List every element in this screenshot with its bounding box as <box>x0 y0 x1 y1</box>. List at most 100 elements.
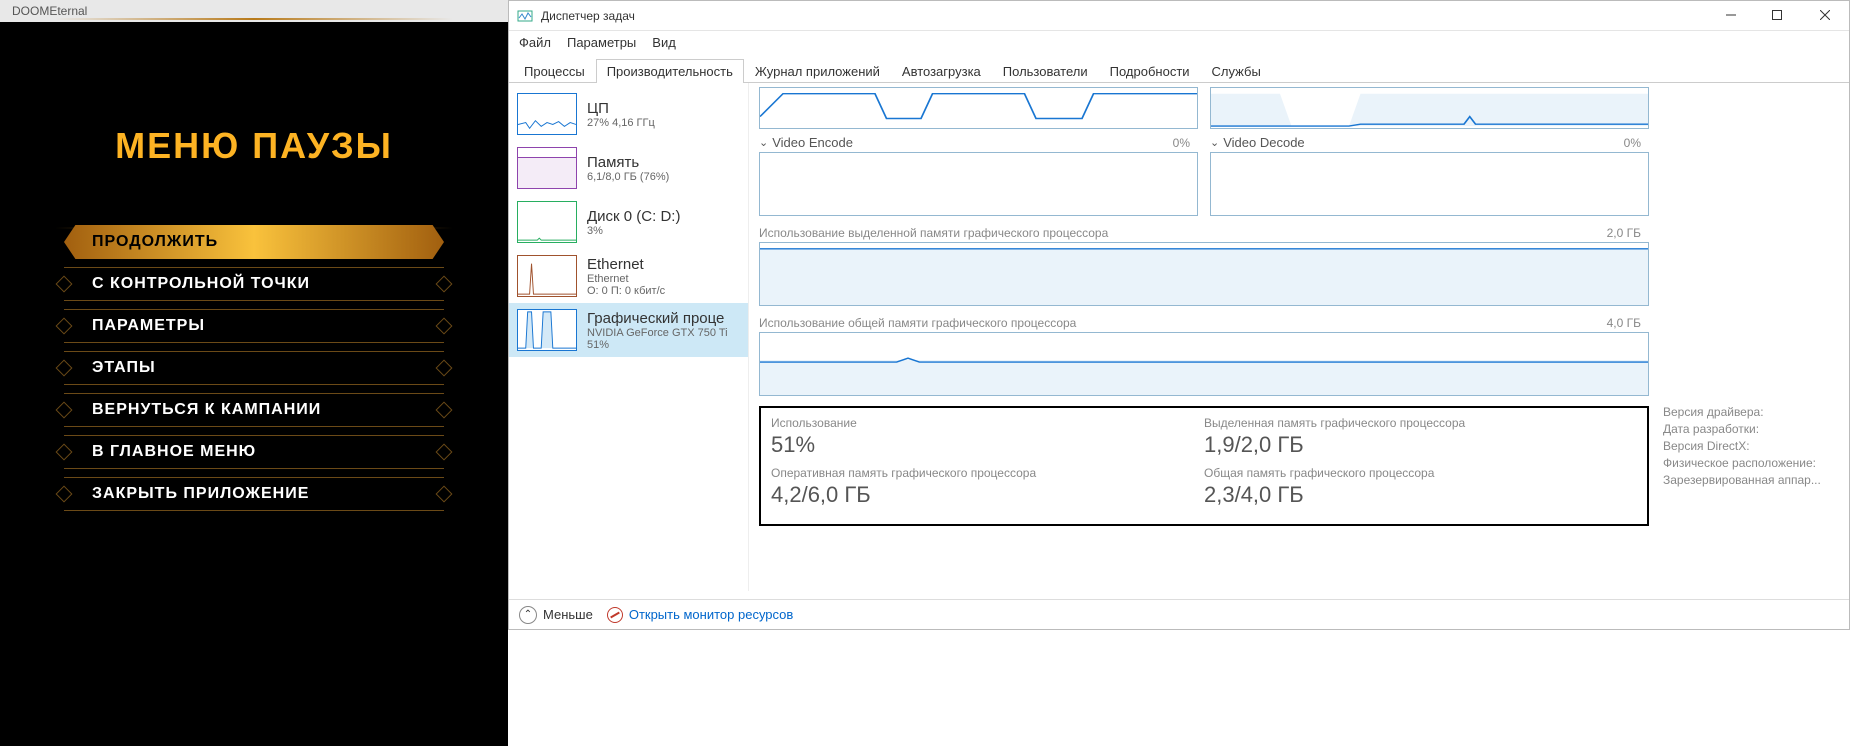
tab-app-history[interactable]: Журнал приложений <box>744 59 891 83</box>
video-headers-row: ⌄ Video Encode 0% ⌄ Video Decode 0% <box>759 129 1649 216</box>
menu-options[interactable]: Параметры <box>567 35 636 50</box>
taskmgr-body: ЦП 27% 4,16 ГГц Память 6,1/8,0 ГБ (76%) <box>509 83 1849 591</box>
task-manager-window: Диспетчер задач Файл Параметры Вид Проце… <box>508 0 1850 630</box>
game-window: DOOMEternal МЕНЮ ПАУЗЫ ПРОДОЛЖИТЬ С КОНТ… <box>0 0 508 746</box>
graph-copy[interactable] <box>1210 87 1649 129</box>
sidebar-ethernet-sub1: Ethernet <box>587 273 665 285</box>
maximize-button[interactable] <box>1754 0 1800 30</box>
sidebar-cpu-sub: 27% 4,16 ГГц <box>587 117 655 129</box>
sidebar-disk[interactable]: Диск 0 (C: D:) 3% <box>509 195 748 249</box>
sidebar-memory[interactable]: Память 6,1/8,0 ГБ (76%) <box>509 141 748 195</box>
graph-3d[interactable] <box>759 87 1198 129</box>
chevron-down-icon: ⌄ <box>1210 136 1219 149</box>
taskmgr-menubar: Файл Параметры Вид <box>509 31 1849 54</box>
perf-main: ⌄ Video Encode 0% ⌄ Video Decode 0% <box>749 83 1849 591</box>
perf-sidebar: ЦП 27% 4,16 ГГц Память 6,1/8,0 ГБ (76%) <box>509 83 749 591</box>
stat-usage-label: Использование <box>771 416 1204 430</box>
minimize-button[interactable] <box>1708 0 1754 30</box>
tab-services[interactable]: Службы <box>1201 59 1272 83</box>
sidebar-ethernet-sub2: О: 0 П: 0 кбит/с <box>587 285 665 297</box>
taskmgr-footer: ⌃ Меньше Открыть монитор ресурсов <box>509 599 1849 629</box>
tab-users[interactable]: Пользователи <box>992 59 1099 83</box>
fewer-details-button[interactable]: ⌃ Меньше <box>519 606 593 624</box>
sidebar-cpu[interactable]: ЦП 27% 4,16 ГГц <box>509 87 748 141</box>
stat-dedicated-label: Выделенная память графического процессор… <box>1204 416 1637 430</box>
ethernet-thumb <box>517 255 577 297</box>
tab-startup[interactable]: Автозагрузка <box>891 59 992 83</box>
open-resource-monitor-link[interactable]: Открыть монитор ресурсов <box>607 607 793 623</box>
memory-thumb <box>517 147 577 189</box>
sidebar-gpu-title: Графический проце <box>587 310 728 327</box>
video-encode-pct: 0% <box>1173 136 1190 150</box>
taskmgr-title: Диспетчер задач <box>541 9 1841 23</box>
tab-processes[interactable]: Процессы <box>513 59 596 83</box>
sidebar-gpu-sub1: NVIDIA GeForce GTX 750 Ti <box>587 327 728 339</box>
dedicated-mem-label: Использование выделенной памяти графичес… <box>759 226 1108 240</box>
menu-item-settings[interactable]: ПАРАМЕТРЫ <box>64 309 444 343</box>
detail-reserved: Зарезервированная аппар... <box>1663 473 1839 487</box>
fewer-details-label: Меньше <box>543 607 593 622</box>
shared-mem-label: Использование общей памяти графического … <box>759 316 1076 330</box>
menu-item-main-menu[interactable]: В ГЛАВНОЕ МЕНЮ <box>64 435 444 469</box>
menu-item-close-app[interactable]: ЗАКРЫТЬ ПРИЛОЖЕНИЕ <box>64 477 444 511</box>
sidebar-memory-sub: 6,1/8,0 ГБ (76%) <box>587 171 669 183</box>
menu-item-stages[interactable]: ЭТАПЫ <box>64 351 444 385</box>
gpu-details-col: Версия драйвера: Дата разработки: Версия… <box>1649 397 1849 587</box>
taskmgr-tabs: Процессы Производительность Журнал прило… <box>509 58 1849 83</box>
stat-usage-value: 51% <box>771 432 1204 458</box>
menu-view[interactable]: Вид <box>652 35 676 50</box>
close-button[interactable] <box>1800 0 1850 30</box>
sidebar-gpu-sub2: 51% <box>587 339 728 351</box>
stat-gpuram-label: Оперативная память графического процессо… <box>771 466 1204 480</box>
graph-video-decode[interactable] <box>1210 152 1649 216</box>
window-controls <box>1708 0 1850 30</box>
stat-shared-value: 2,3/4,0 ГБ <box>1204 482 1637 508</box>
video-decode-label: Video Decode <box>1223 135 1623 150</box>
top-graphs-row <box>759 87 1649 129</box>
tab-performance[interactable]: Производительность <box>596 59 744 83</box>
dedicated-mem-max: 2,0 ГБ <box>1607 226 1641 240</box>
video-encode-label: Video Encode <box>772 135 1172 150</box>
menu-item-checkpoint[interactable]: С КОНТРОЛЬНОЙ ТОЧКИ <box>64 267 444 301</box>
gpu-thumb <box>517 309 577 351</box>
detail-driver-version: Версия драйвера: <box>1663 405 1839 419</box>
sidebar-cpu-title: ЦП <box>587 100 655 117</box>
video-decode-pct: 0% <box>1624 136 1641 150</box>
resmon-label: Открыть монитор ресурсов <box>629 607 793 622</box>
sidebar-disk-title: Диск 0 (C: D:) <box>587 208 680 225</box>
cpu-thumb <box>517 93 577 135</box>
video-encode-header[interactable]: ⌄ Video Encode 0% <box>759 135 1198 150</box>
pause-menu-title: МЕНЮ ПАУЗЫ <box>115 125 393 167</box>
sidebar-memory-title: Память <box>587 154 669 171</box>
taskmgr-titlebar[interactable]: Диспетчер задач <box>509 1 1849 31</box>
sidebar-disk-sub: 3% <box>587 225 680 237</box>
pause-menu-items: ПРОДОЛЖИТЬ С КОНТРОЛЬНОЙ ТОЧКИ ПАРАМЕТРЫ… <box>64 225 444 511</box>
dedicated-mem-header: Использование выделенной памяти графичес… <box>759 226 1649 240</box>
gpu-stats-box: Использование 51% Оперативная память гра… <box>759 406 1649 526</box>
menu-item-continue[interactable]: ПРОДОЛЖИТЬ <box>64 225 444 259</box>
game-pause-menu: МЕНЮ ПАУЗЫ ПРОДОЛЖИТЬ С КОНТРОЛЬНОЙ ТОЧК… <box>0 22 508 746</box>
stat-shared-label: Общая память графического процессора <box>1204 466 1637 480</box>
disk-thumb <box>517 201 577 243</box>
menu-item-return-campaign[interactable]: ВЕРНУТЬСЯ К КАМПАНИИ <box>64 393 444 427</box>
video-decode-header[interactable]: ⌄ Video Decode 0% <box>1210 135 1649 150</box>
taskmgr-icon <box>517 8 533 24</box>
perf-graphs: ⌄ Video Encode 0% ⌄ Video Decode 0% <box>759 87 1649 587</box>
shared-mem-header: Использование общей памяти графического … <box>759 316 1649 330</box>
chevron-up-icon: ⌃ <box>519 606 537 624</box>
graph-dedicated-mem[interactable] <box>759 242 1649 306</box>
tab-details[interactable]: Подробности <box>1099 59 1201 83</box>
pause-menu-title-frame: МЕНЮ ПАУЗЫ <box>75 22 433 225</box>
sidebar-gpu[interactable]: Графический проце NVIDIA GeForce GTX 750… <box>509 303 748 357</box>
graph-video-encode[interactable] <box>759 152 1198 216</box>
chevron-down-icon: ⌄ <box>759 136 768 149</box>
detail-directx: Версия DirectX: <box>1663 439 1839 453</box>
detail-driver-date: Дата разработки: <box>1663 422 1839 436</box>
stat-gpuram-value: 4,2/6,0 ГБ <box>771 482 1204 508</box>
graph-shared-mem[interactable] <box>759 332 1649 396</box>
shared-mem-max: 4,0 ГБ <box>1607 316 1641 330</box>
menu-file[interactable]: Файл <box>519 35 551 50</box>
detail-location: Физическое расположение: <box>1663 456 1839 470</box>
sidebar-ethernet[interactable]: Ethernet Ethernet О: 0 П: 0 кбит/с <box>509 249 748 303</box>
resmon-icon <box>607 607 623 623</box>
